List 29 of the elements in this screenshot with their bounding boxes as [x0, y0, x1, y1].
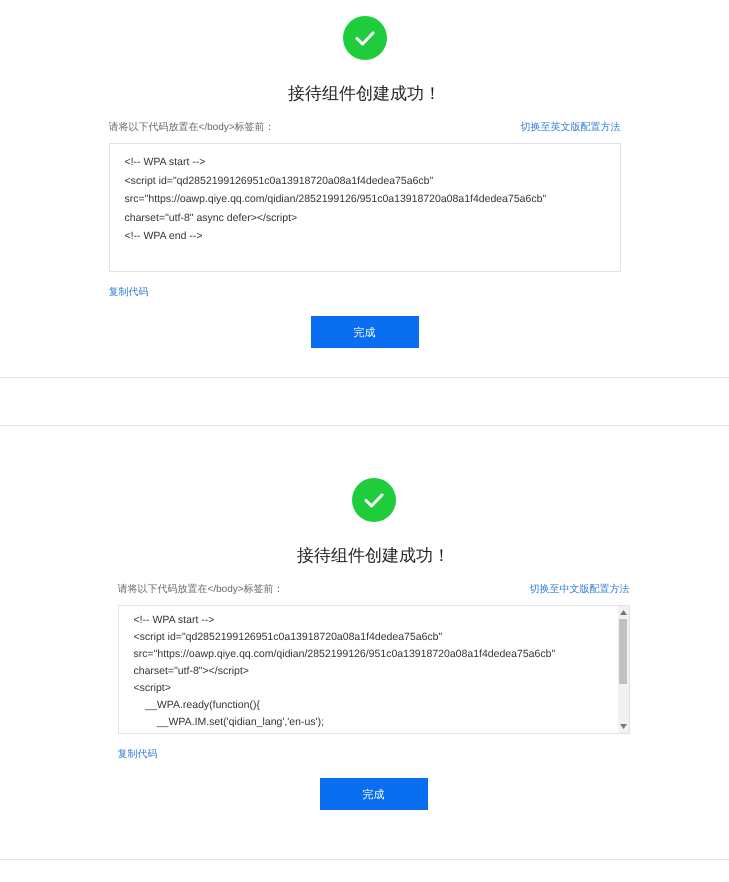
- copy-code-link[interactable]: 复制代码: [108, 287, 148, 298]
- scrollbar[interactable]: [618, 606, 628, 733]
- instruction-text: 请将以下代码放置在</body>标签前：: [118, 582, 284, 596]
- code-line: __WPA.ready(function(){: [144, 698, 261, 713]
- code-line: charset="utf-8"></script>: [134, 664, 250, 679]
- copy-code-link[interactable]: 复制代码: [118, 749, 158, 760]
- switch-language-link[interactable]: 切换至中文版配置方法: [530, 582, 630, 596]
- scroll-up-icon[interactable]: [620, 610, 626, 615]
- instruction-text: 请将以下代码放置在</body>标签前：: [108, 120, 275, 134]
- code-line: charset="utf-8" async defer></script>: [124, 210, 298, 226]
- code-box[interactable]: [118, 605, 630, 734]
- success-check-icon: [342, 16, 386, 60]
- switch-language-link[interactable]: 切换至英文版配置方法: [520, 120, 620, 134]
- success-title: 接待组件创建成功！: [297, 545, 450, 567]
- code-line: __WPA.IM.set('qidian_lang','en-us');: [156, 715, 325, 730]
- scroll-down-icon[interactable]: [620, 724, 626, 729]
- code-line: <!-- WPA start -->: [134, 613, 216, 628]
- code-line: <script id="qd2852199126951c0a13918720a08a1f4dedea75a6cb": [124, 174, 434, 188]
- code-line: src="https://oawp.qiye.qq.com/qidian/2852199126/951c0a13918720a08a1f4dedea75a6cb": [124, 192, 548, 207]
- success-title: 接待组件创建成功！: [288, 83, 441, 105]
- done-button[interactable]: 完成: [320, 778, 428, 810]
- done-button[interactable]: 完成: [310, 316, 418, 348]
- success-check-icon: [352, 478, 396, 522]
- code-line: <!-- WPA end -->: [124, 229, 204, 244]
- code-box[interactable]: [108, 143, 620, 272]
- code-line: <script>: [134, 681, 172, 696]
- code-line: <script id="qd2852199126951c0a13918720a08a1f4dedea75a6cb": [134, 630, 444, 645]
- code-line: src="https://oawp.qiye.qq.com/qidian/2852199126/951c0a13918720a08a1f4dedea75a6cb": [134, 647, 556, 662]
- code-line: <!-- WPA start -->: [124, 155, 206, 170]
